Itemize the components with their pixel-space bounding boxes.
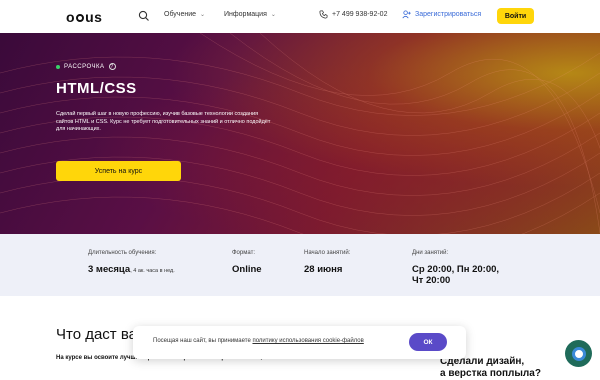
chat-widget-button[interactable] <box>565 340 592 367</box>
phone-icon <box>319 10 328 19</box>
duration-note: , 4 ак. часа в нед. <box>130 268 175 274</box>
nav-information[interactable]: Информация ⌄ <box>224 11 276 18</box>
hero-banner: РАССРОЧКА ? HTML/CSS Сделай первый шаг в… <box>0 33 600 234</box>
cookie-ok-button[interactable]: ОК <box>409 333 447 351</box>
duration-label: Длительность обучения: <box>88 250 157 256</box>
login-button[interactable]: Войти <box>497 8 534 24</box>
chevron-down-icon: ⌄ <box>200 12 206 18</box>
course-info-bar: Длительность обучения: 3 месяца, 4 ак. ч… <box>0 234 600 296</box>
phone-number: +7 499 938-92-02 <box>332 11 388 18</box>
start-label: Начало занятий: <box>304 250 351 256</box>
user-add-icon <box>402 10 411 19</box>
format-label: Формат: <box>232 250 255 256</box>
chat-icon <box>571 346 586 361</box>
search-icon[interactable] <box>138 10 150 22</box>
site-header: o us Обучение ⌄ Информация ⌄ +7 499 938-92-… <box>0 0 600 33</box>
nav-information-label: Информация <box>224 11 267 18</box>
cookie-banner: Посещая наш сайт, вы принимаете политику… <box>133 326 466 359</box>
register-label: Зарегистрироваться <box>415 11 482 18</box>
help-icon[interactable]: ? <box>108 63 116 70</box>
chevron-down-icon: ⌄ <box>270 12 276 18</box>
nav-learning[interactable]: Обучение ⌄ <box>164 11 205 18</box>
enroll-button[interactable]: Успеть на курс <box>56 161 181 181</box>
installment-label: РАССРОЧКА <box>64 63 105 70</box>
course-description: Сделай первый шаг в новую профессию, изу… <box>56 111 271 132</box>
start-value: 28 июня <box>304 264 343 275</box>
duration-block: Длительность обучения: 3 месяца, 4 ак. ч… <box>88 250 175 277</box>
status-dot-icon <box>56 64 60 69</box>
register-link[interactable]: Зарегистрироваться <box>402 10 481 19</box>
format-block: Формат: Online <box>232 250 262 275</box>
nav-learning-label: Обучение <box>164 11 197 18</box>
otus-logo[interactable]: o us <box>66 9 102 25</box>
course-title: HTML/CSS <box>56 80 137 97</box>
format-value: Online <box>232 264 262 275</box>
schedule-label: Дни занятий: <box>412 250 449 256</box>
phone-link[interactable]: +7 499 938-92-02 <box>319 10 387 19</box>
start-block: Начало занятий: 28 июня <box>304 250 350 275</box>
side-heading: Сделали дизайн, а верстка поплыла? <box>440 356 541 379</box>
cookie-policy-link[interactable]: политику использования cookie-файлов <box>252 338 363 344</box>
duration-value: 3 месяца, 4 ак. часа в нед. <box>88 264 175 275</box>
schedule-value: Ср 20:00, Пн 20:00, Чт 20:00 <box>412 264 500 286</box>
cookie-text: Посещая наш сайт, вы принимаете политику… <box>153 338 364 344</box>
installment-tag: РАССРОЧКА ? <box>56 63 116 70</box>
schedule-block: Дни занятий: Ср 20:00, Пн 20:00, Чт 20:00 <box>412 250 499 286</box>
